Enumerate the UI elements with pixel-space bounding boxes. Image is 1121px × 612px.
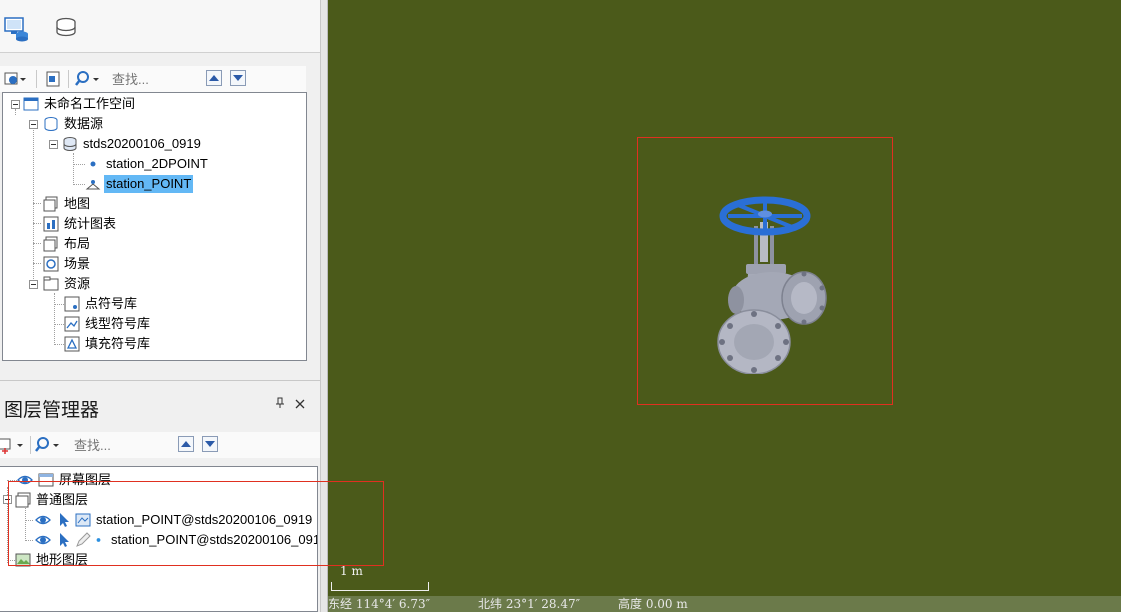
tree-node-charts[interactable]: 统计图表 [43,214,118,234]
add-layer-icon [0,438,23,454]
toolbar-separator [68,70,69,88]
tree-node-label: station_2DPOINT [106,156,208,171]
tree-node-label: stds20200106_0919 [83,136,201,151]
close-button[interactable] [292,397,308,413]
layer-highlight-box [8,481,384,566]
tree-node-dataset-point[interactable]: station_POINT [85,174,194,194]
tree-node-fill-symbols[interactable]: 填充符号库 [64,334,152,354]
search-icon [35,437,59,452]
point-symbol-library-icon [64,296,80,312]
tree-node-point-symbols[interactable]: 点符号库 [64,294,139,314]
udb-datasource-icon [63,137,77,151]
map-icon [43,196,58,212]
tree-node-label: 资源 [64,276,91,291]
pin-button[interactable] [272,397,288,413]
arrow-up-icon [209,75,219,81]
layer-search-input[interactable] [74,435,170,455]
tree-node-resources[interactable]: 资源 [43,274,92,294]
layer-find-next-button[interactable] [202,436,218,452]
eye-dropdown-icon [4,72,26,85]
database-icon[interactable] [52,14,80,42]
arrow-up-icon [181,441,191,447]
chart-icon [43,216,59,232]
workspace-panel-tabs [0,0,320,53]
find-previous-button[interactable] [206,70,222,86]
coordinate-status-bar: 东经 114°4′ 6.73″ 北纬 23°1′ 28.47″ 高度 0.00 … [328,596,1121,612]
layout-icon [43,236,58,252]
layer-find-previous-button[interactable] [178,436,194,452]
layer-search-options-button[interactable] [34,435,62,455]
tree-node-dataset-2dpoint[interactable]: station_2DPOINT [85,154,210,174]
find-next-button[interactable] [230,70,246,86]
3d-point-dataset-icon [85,180,101,190]
point-dataset-icon [90,161,96,167]
tree-node-datasource-stds[interactable]: stds20200106_0919 [62,134,203,154]
tree-node-layouts[interactable]: 布局 [43,234,92,254]
latitude-readout: 北纬 23°1′ 28.47″ [478,597,581,611]
expander-resources[interactable] [29,280,38,289]
layer-manager-toolbar [0,432,320,458]
scene-view[interactable]: 1 m 东经 114°4′ 6.73″ 北纬 23°1′ 28.47″ 高度 0… [328,0,1121,612]
longitude-readout: 东经 114°4′ 6.73″ [328,597,431,611]
document-icon [46,71,60,87]
datasource-icon [44,117,58,131]
tree-node-label: 统计图表 [64,216,117,231]
tree-node-label: 地图 [64,196,91,211]
altitude-readout: 高度 0.00 m [618,597,688,611]
scene-icon [43,256,59,272]
tree-node-label: 线型符号库 [85,316,151,331]
tree-node-label: 布局 [64,236,91,251]
expander-root[interactable] [11,100,20,109]
workspace-search-input[interactable] [112,69,202,89]
tree-node-label: station_POINT [104,175,194,193]
properties-button[interactable] [42,69,64,89]
tree-node-datasources[interactable]: 数据源 [43,114,105,134]
fill-symbol-library-icon [64,336,80,352]
expander-datasource[interactable] [49,140,58,149]
add-layer-group-button[interactable] [0,435,26,455]
toolbar-separator [30,436,31,454]
tree-node-label: 数据源 [64,116,104,131]
arrow-down-icon [233,75,243,81]
workspace-toolbar [0,66,306,92]
tree-node-maps[interactable]: 地图 [43,194,92,214]
line-symbol-library-icon [64,316,80,332]
valve-model[interactable] [708,192,832,374]
search-options-button[interactable] [74,69,102,89]
pin-icon [276,397,284,408]
layer-manager-header: 图层管理器 [0,380,320,431]
tree-node-label: 填充符号库 [85,336,151,351]
close-icon [295,399,305,409]
tree-node-label: 点符号库 [85,296,138,311]
scale-bar [331,582,429,591]
folder-icon [43,276,59,291]
tree-node-scenes[interactable]: 场景 [43,254,92,274]
toolbar-separator [36,70,37,88]
workspace-manager-icon[interactable] [2,14,30,42]
tree-node-label: 未命名工作空间 [44,96,136,111]
workspace-icon [23,97,39,111]
display-mode-button[interactable] [4,69,26,89]
tree-node-label: 场景 [64,256,91,271]
expander-datasources[interactable] [29,120,38,129]
layer-manager-title: 图层管理器 [4,400,100,421]
tree-node-workspace[interactable]: 未命名工作空间 [23,94,137,114]
tree-node-line-symbols[interactable]: 线型符号库 [64,314,152,334]
workspace-tree: 未命名工作空间 数据源 stds20200106_0919 station_2D… [2,92,307,361]
arrow-down-icon [205,441,215,447]
scale-label: 1 m [340,564,363,578]
search-icon [75,71,99,86]
